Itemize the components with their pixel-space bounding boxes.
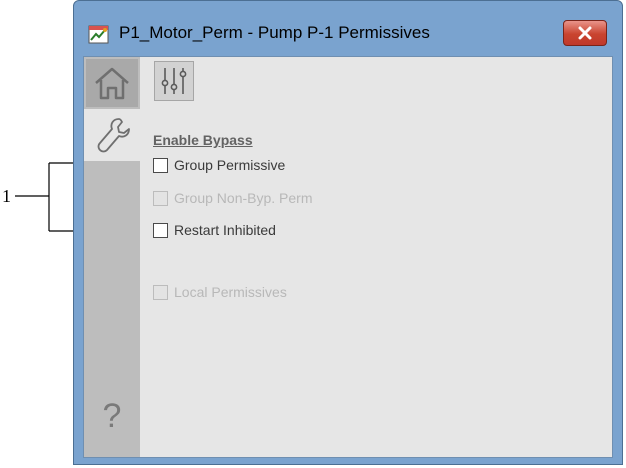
group-permissive-checkbox[interactable] (153, 157, 168, 173)
group-permissive-label: Group Permissive (174, 157, 286, 173)
close-button[interactable] (563, 20, 607, 46)
title-bar[interactable]: P1_Motor_Perm - Pump P-1 Permissives (74, 1, 622, 57)
settings-button[interactable] (154, 61, 194, 101)
sliders-icon (161, 68, 187, 94)
local-permissives-checkbox (153, 284, 168, 300)
tab-sidebar: ? (84, 57, 142, 457)
faceplate-content: ? Enable Bypass Group Permissive Group N… (83, 56, 613, 458)
window-title: P1_Motor_Perm - Pump P-1 Permissives (119, 23, 430, 42)
local-permissives-option: Local Permissives (153, 284, 287, 300)
group-non-byp-perm-label: Group Non-Byp. Perm (174, 190, 313, 206)
restart-inhibited-option[interactable]: Restart Inhibited (153, 222, 276, 238)
app-icon (88, 25, 109, 44)
enable-bypass-title: Enable Bypass (153, 132, 253, 148)
callout-number: 1 (2, 186, 11, 206)
group-non-byp-perm-checkbox (153, 190, 168, 206)
group-permissive-option[interactable]: Group Permissive (153, 157, 285, 173)
restart-inhibited-checkbox[interactable] (153, 222, 168, 238)
wrench-icon (97, 118, 130, 153)
tab-maintenance[interactable] (84, 109, 142, 161)
group-non-byp-perm-option: Group Non-Byp. Perm (153, 190, 313, 206)
local-permissives-label: Local Permissives (174, 284, 287, 300)
close-icon (578, 26, 592, 40)
home-icon (95, 67, 129, 100)
help-icon[interactable]: ? (96, 397, 128, 447)
restart-inhibited-label: Restart Inhibited (174, 222, 276, 238)
tab-home[interactable] (86, 59, 138, 107)
faceplate-window: P1_Motor_Perm - Pump P-1 Permissives ? E… (73, 0, 623, 465)
